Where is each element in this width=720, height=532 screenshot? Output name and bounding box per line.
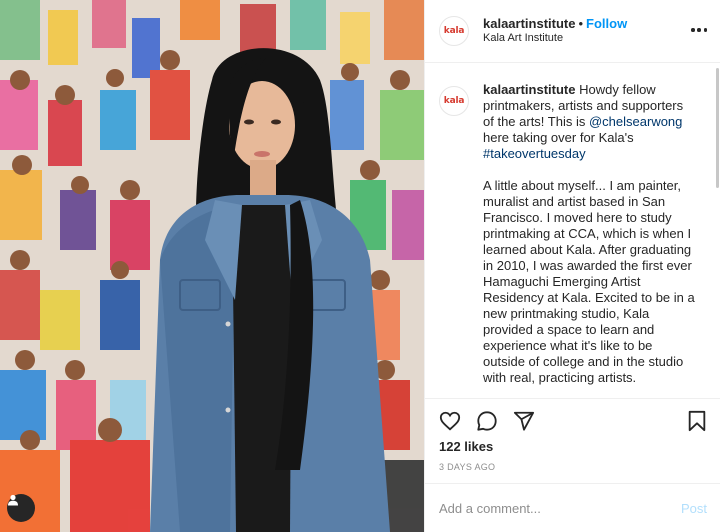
post-actions: 122 likes 3 DAYS AGO Add a comment... Po…	[425, 398, 720, 532]
share-icon[interactable]	[513, 410, 535, 432]
header-username[interactable]: kalaartinstitute	[483, 16, 575, 31]
action-icons	[439, 410, 535, 432]
more-dot	[691, 28, 695, 32]
likes-count[interactable]: 122 likes	[439, 439, 493, 454]
post-comment-button[interactable]: Post	[681, 501, 707, 516]
logo-text: kala	[443, 26, 465, 36]
caption-avatar[interactable]: kala	[439, 86, 469, 116]
caption-text: kalaartinstitute Howdy fellow printmaker…	[483, 82, 695, 398]
more-dot	[703, 28, 707, 32]
post-side-panel: kala kalaartinstitute • Follow Kala Art In…	[424, 0, 720, 532]
more-icon[interactable]	[691, 22, 707, 38]
instagram-post: kala kalaartinstitute • Follow Kala Art In…	[0, 0, 720, 532]
header-text: kalaartinstitute • Follow Kala Art Institu…	[483, 16, 627, 46]
user-tag-icon	[8, 494, 18, 506]
caption-username[interactable]: kalaartinstitute	[483, 82, 575, 97]
comment-bar: Add a comment... Post	[425, 483, 720, 532]
heart-icon[interactable]	[439, 410, 461, 432]
post-header: kala kalaartinstitute • Follow Kala Art In…	[425, 0, 720, 63]
caption-row: kala kalaartinstitute Howdy fellow print…	[439, 82, 701, 398]
caption-logo-text: kala	[443, 96, 465, 106]
save-button[interactable]	[687, 410, 707, 432]
caption-area: kala kalaartinstitute Howdy fellow print…	[425, 64, 720, 398]
header-top-line: kalaartinstitute • Follow	[483, 16, 627, 31]
caption-scrollbar[interactable]	[716, 68, 719, 188]
more-dot	[697, 28, 701, 32]
user-tag-button[interactable]	[7, 494, 35, 522]
header-separator: •	[578, 16, 584, 31]
bookmark-icon	[688, 410, 706, 432]
caption-mention[interactable]: @chelsearwong	[589, 114, 682, 129]
photo-illustration	[0, 0, 424, 532]
comment-input[interactable]: Add a comment...	[439, 501, 681, 516]
caption-hashtag[interactable]: #takeovertuesday	[483, 146, 586, 161]
post-timestamp[interactable]: 3 DAYS AGO	[439, 462, 495, 472]
caption-intro-after: here taking over for Kala's	[483, 130, 634, 145]
caption-body: A little about myself... I am painter, m…	[483, 178, 695, 385]
post-photo[interactable]	[0, 0, 424, 532]
comment-icon[interactable]	[476, 410, 498, 432]
profile-avatar[interactable]: kala	[439, 16, 469, 46]
caption-intro: kalaartinstitute Howdy fellow printmaker…	[483, 82, 695, 162]
follow-button[interactable]: Follow	[586, 16, 627, 31]
header-subtitle[interactable]: Kala Art Institute	[483, 31, 627, 46]
